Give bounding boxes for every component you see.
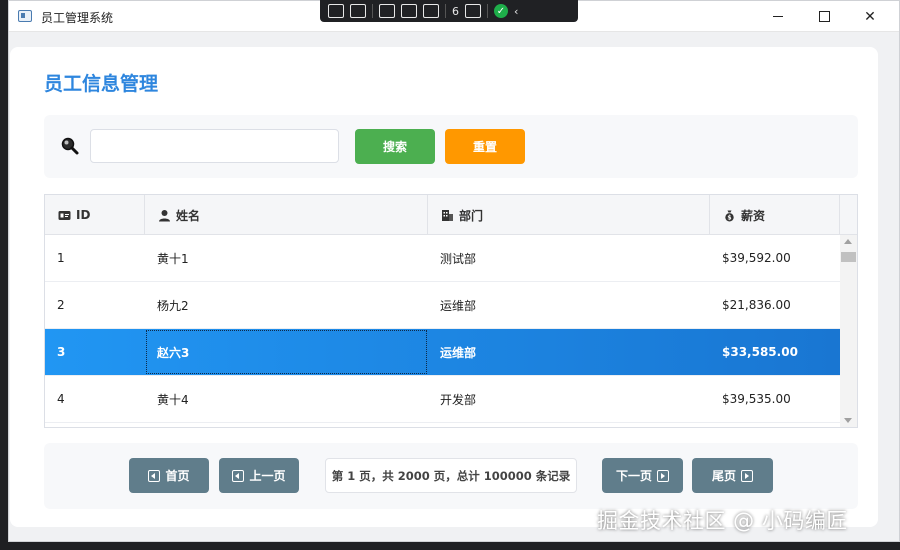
scroll-down-icon[interactable]: [844, 418, 852, 423]
cell-name: 杨九2: [157, 298, 189, 313]
cell-id: 1: [57, 251, 65, 265]
layout-icon[interactable]: [423, 4, 439, 18]
cell-id: 3: [57, 345, 66, 359]
table-header: ID 姓名 部门 $ 薪资: [45, 195, 857, 235]
cell-dept: 运维部: [440, 345, 477, 360]
minimize-button[interactable]: [755, 1, 801, 32]
last-page-label: 尾页: [711, 469, 736, 483]
cell-id: 2: [57, 298, 65, 312]
scroll-up-icon[interactable]: [844, 239, 852, 244]
cell-salary: $33,585.00: [722, 345, 798, 359]
svg-text:$: $: [727, 214, 731, 221]
toolbar-separator: [372, 4, 373, 18]
table-row[interactable]: 1 黄十1 测试部 $39,592.00: [45, 235, 840, 282]
cell-dept: 开发部: [440, 392, 477, 407]
building-icon: [442, 209, 453, 221]
page-info: 第 1 页，共 2000 页，总计 100000 条记录: [325, 458, 577, 493]
column-header-id[interactable]: ID: [45, 195, 145, 235]
scroll-thumb[interactable]: [841, 252, 856, 262]
user-icon: [159, 209, 170, 221]
last-page-icon: [741, 469, 753, 482]
cell-dept: 测试部: [440, 251, 477, 266]
search-icon: [61, 137, 79, 155]
table-row[interactable]: 2 杨九2 运维部 $21,836.00: [45, 282, 840, 329]
cell-salary: $21,836.00: [722, 298, 791, 312]
first-page-icon: [148, 469, 161, 482]
pointer-icon[interactable]: [379, 4, 395, 18]
vertical-scrollbar[interactable]: [840, 235, 857, 427]
column-header-salary[interactable]: $ 薪资: [710, 195, 840, 235]
next-page-button[interactable]: 下一页: [602, 458, 683, 493]
first-page-button[interactable]: 首页: [129, 458, 209, 493]
cell-salary: $39,535.00: [722, 392, 791, 406]
column-label: 部门: [459, 208, 484, 223]
employee-table: ID 姓名 部门 $ 薪资 1 黄十1 测试部 $39,592.00 2 杨九2…: [44, 194, 858, 428]
collapse-icon[interactable]: ‹: [514, 5, 518, 18]
select-element-icon[interactable]: [328, 4, 344, 18]
last-page-button[interactable]: 尾页: [692, 458, 773, 493]
toolbar-separator: [445, 4, 446, 18]
prev-page-button[interactable]: 上一页: [219, 458, 299, 493]
prev-page-icon: [232, 469, 245, 482]
money-bag-icon: $: [725, 210, 734, 221]
app-window: 员工管理系统 ✕ 员工信息管理 搜索 重置 ID 姓名 部门 $ 薪资 1 黄十…: [8, 0, 900, 542]
cell-salary: $39,592.00: [722, 251, 791, 265]
cell-name: 赵六3: [145, 329, 428, 375]
next-page-icon: [657, 469, 669, 482]
check-icon[interactable]: ✓: [494, 4, 508, 18]
app-icon: [18, 10, 32, 22]
column-label: 姓名: [176, 208, 201, 223]
table-row-selected[interactable]: 3 赵六3 运维部 $33,585.00: [45, 329, 840, 376]
cell-name: 黄十1: [157, 251, 189, 266]
reset-button[interactable]: 重置: [445, 129, 525, 164]
cell-dept: 运维部: [440, 298, 477, 313]
cell-id: 4: [57, 392, 65, 406]
search-button[interactable]: 搜索: [355, 129, 435, 164]
id-card-icon: [58, 210, 71, 220]
cell-name: 黄十4: [157, 392, 189, 407]
video-icon[interactable]: [350, 4, 366, 18]
pagination-panel: 首页 上一页 第 1 页，共 2000 页，总计 100000 条记录 下一页 …: [44, 443, 858, 509]
page-title: 员工信息管理: [44, 73, 159, 95]
prev-page-label: 上一页: [249, 469, 286, 483]
debug-toolbar: 6 ✓ ‹: [320, 0, 578, 22]
maximize-button[interactable]: [801, 1, 847, 32]
accessibility-icon[interactable]: [465, 4, 481, 18]
column-label: ID: [76, 208, 91, 222]
column-label: 薪资: [741, 208, 766, 223]
main-card: 员工信息管理 搜索 重置 ID 姓名 部门 $ 薪资 1 黄十1 测试部 $39…: [10, 47, 878, 527]
focus-icon[interactable]: [401, 4, 417, 18]
window-title: 员工管理系统: [41, 11, 114, 25]
binding-errors-count[interactable]: 6: [452, 5, 459, 18]
watermark: 掘金技术社区 @ 小码编匠: [597, 509, 848, 533]
column-header-dept[interactable]: 部门: [428, 195, 710, 235]
search-panel: 搜索 重置: [44, 115, 858, 178]
toolbar-separator: [487, 4, 488, 18]
column-header-name[interactable]: 姓名: [145, 195, 428, 235]
table-row[interactable]: 4 黄十4 开发部 $39,535.00: [45, 376, 840, 423]
next-page-label: 下一页: [615, 469, 652, 483]
first-page-label: 首页: [165, 469, 190, 483]
search-input[interactable]: [90, 129, 339, 163]
close-button[interactable]: ✕: [847, 1, 893, 32]
